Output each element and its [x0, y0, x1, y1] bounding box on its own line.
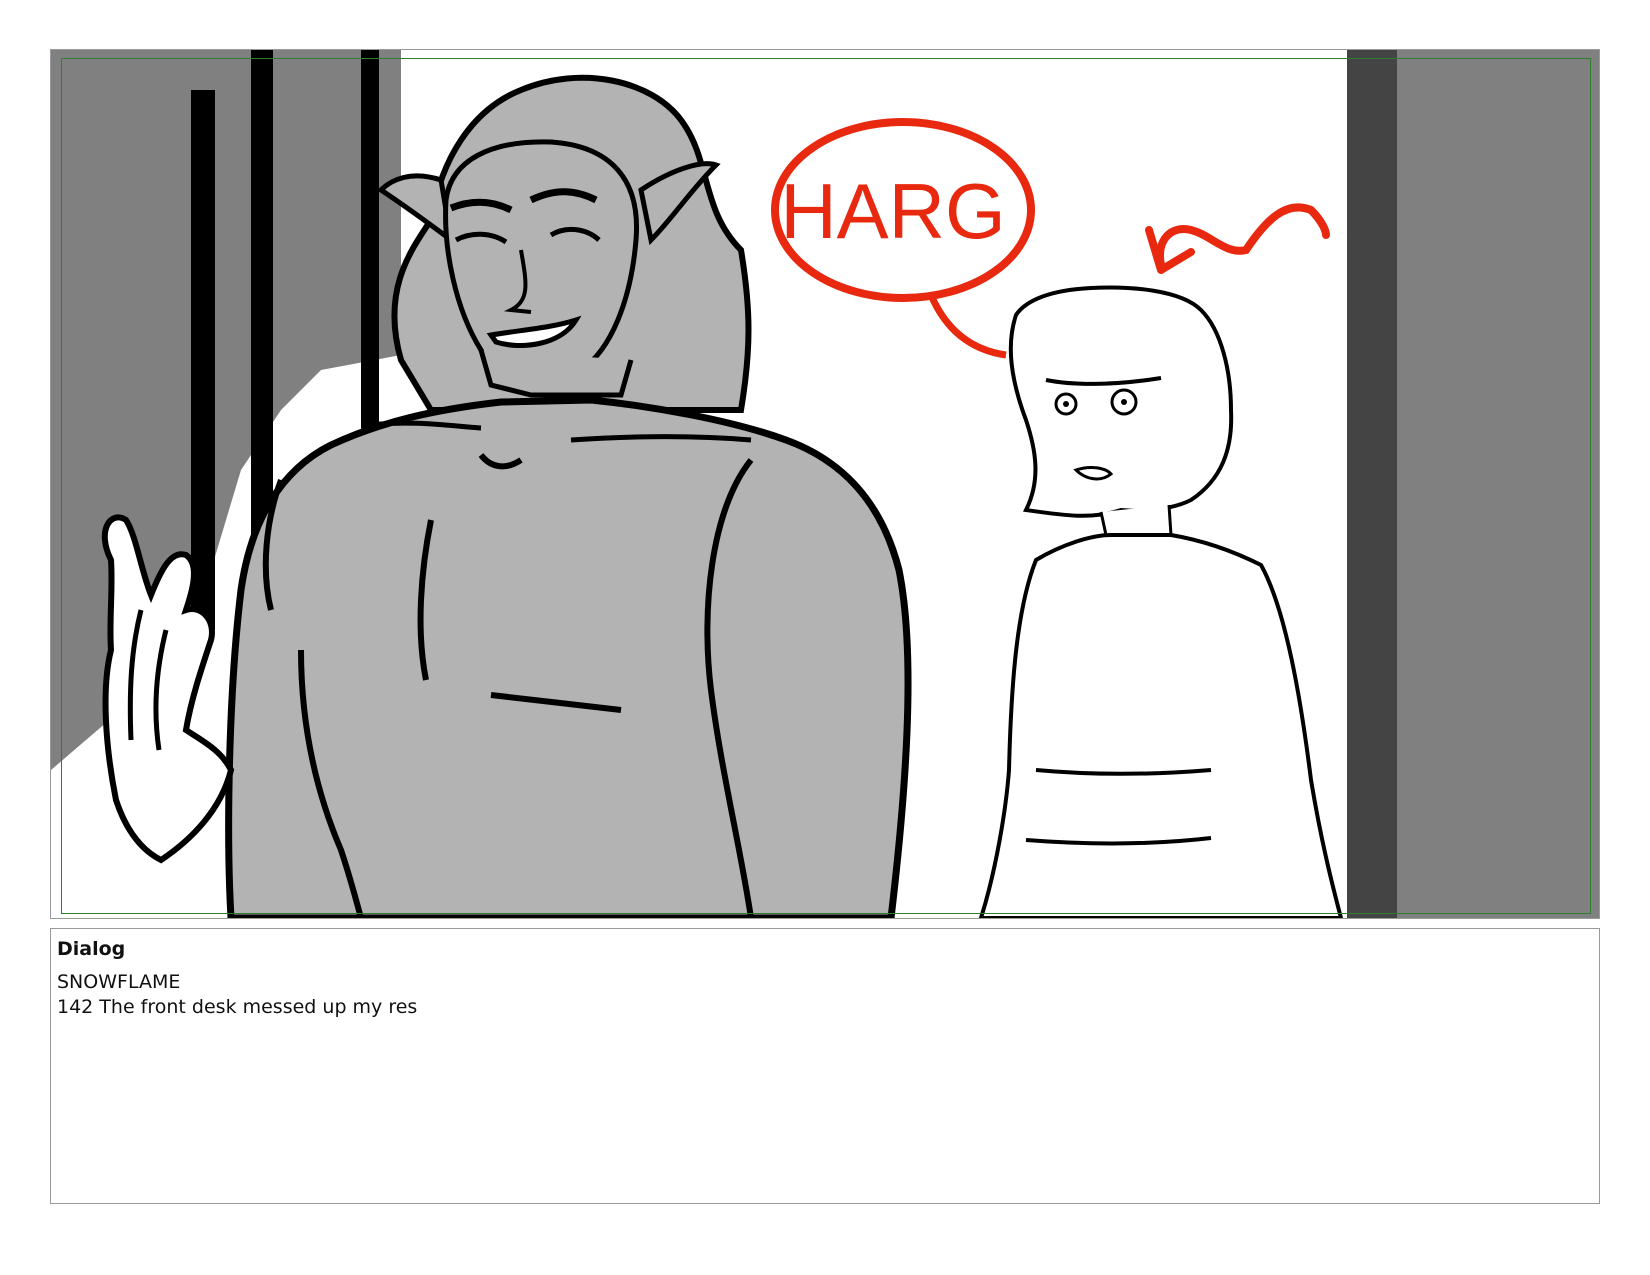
storyboard-panel: HARG: [50, 49, 1600, 919]
speech-bubble-text: HARG: [780, 167, 1005, 255]
dialog-line: 142 The front desk messed up my res: [57, 996, 418, 1018]
dialog-speaker: SNOWFLAME: [57, 971, 181, 993]
character-torso: [225, 396, 912, 918]
dialog-box: Dialog SNOWFLAME 142 The front desk mess…: [50, 928, 1600, 1204]
woman-right-pupil: [1121, 399, 1127, 405]
panel-drawing: HARG: [51, 50, 1599, 918]
right-door-dark: [1347, 50, 1397, 918]
dialog-label: Dialog: [57, 938, 126, 960]
door-stripe-1: [191, 90, 215, 630]
right-door-mid: [1397, 50, 1599, 918]
door-stripe-3: [361, 50, 379, 470]
speech-bubble-tail: [927, 293, 1007, 359]
woman-torso: [978, 533, 1344, 918]
woman-left-pupil: [1063, 401, 1069, 407]
